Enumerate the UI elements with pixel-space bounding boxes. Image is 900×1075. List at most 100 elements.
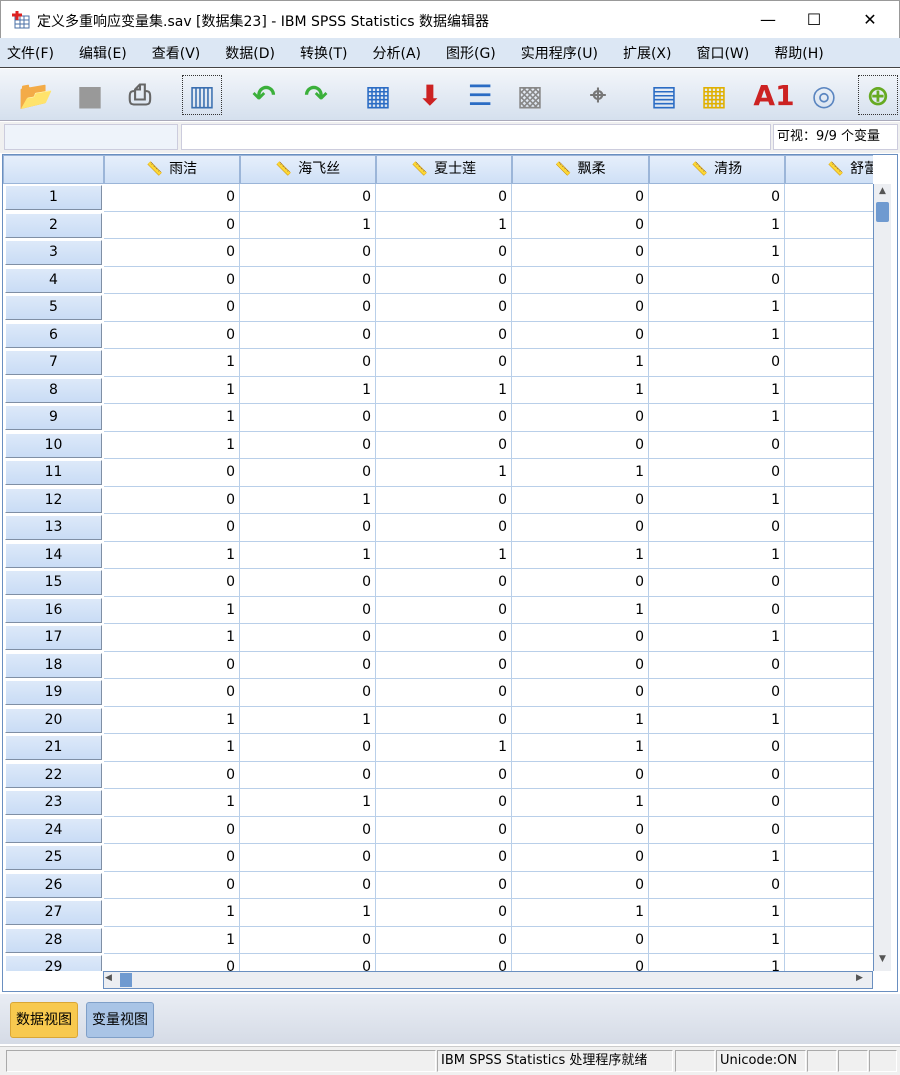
column-header[interactable]: 📏 海飞丝 <box>240 155 376 184</box>
data-cell[interactable] <box>785 624 873 652</box>
data-cell[interactable] <box>785 899 873 927</box>
data-cell[interactable]: 0 <box>240 624 376 652</box>
data-cell[interactable]: 0 <box>240 734 376 762</box>
toolbar-button[interactable]: ⬇ <box>410 75 450 115</box>
tab-data-view[interactable]: 数据视图 <box>10 1002 78 1038</box>
data-cell[interactable]: 0 <box>649 266 785 294</box>
data-cell[interactable]: 1 <box>649 541 785 569</box>
data-cell[interactable]: 0 <box>376 954 512 971</box>
row-header[interactable]: 16 <box>5 597 102 623</box>
data-cell[interactable]: 0 <box>376 184 512 212</box>
data-cell[interactable]: 1 <box>512 789 649 817</box>
data-cell[interactable]: 0 <box>104 514 240 542</box>
data-cell[interactable]: 1 <box>104 541 240 569</box>
data-cell[interactable]: 1 <box>240 376 376 404</box>
menu-item[interactable]: 文件(F) <box>0 43 63 63</box>
data-cell[interactable]: 0 <box>376 321 512 349</box>
data-cell[interactable]: 0 <box>104 844 240 872</box>
toolbar-button[interactable]: ▤ <box>644 75 684 115</box>
data-cell[interactable] <box>785 239 873 267</box>
data-cell[interactable]: 0 <box>512 239 649 267</box>
data-cell[interactable]: 1 <box>104 706 240 734</box>
data-cell[interactable]: 0 <box>104 459 240 487</box>
data-cell[interactable]: 1 <box>649 239 785 267</box>
row-header[interactable]: 29 <box>5 955 102 971</box>
data-cell[interactable]: 1 <box>376 541 512 569</box>
data-cell[interactable]: 1 <box>649 899 785 927</box>
tab-variable-view[interactable]: 变量视图 <box>86 1002 154 1038</box>
data-cell[interactable]: 0 <box>376 569 512 597</box>
data-cell[interactable]: 0 <box>376 514 512 542</box>
data-cell[interactable]: 0 <box>649 349 785 377</box>
data-cell[interactable]: 1 <box>104 404 240 432</box>
data-cell[interactable]: 0 <box>376 679 512 707</box>
data-cell[interactable] <box>785 459 873 487</box>
data-cell[interactable]: 0 <box>240 239 376 267</box>
data-cell[interactable]: 0 <box>376 404 512 432</box>
row-header[interactable]: 20 <box>5 707 102 733</box>
data-cell[interactable]: 0 <box>512 266 649 294</box>
data-cell[interactable]: 0 <box>376 816 512 844</box>
data-cell[interactable]: 1 <box>512 734 649 762</box>
row-header[interactable]: 18 <box>5 652 102 678</box>
row-header[interactable]: 24 <box>5 817 102 843</box>
data-cell[interactable]: 0 <box>240 761 376 789</box>
data-cell[interactable]: 0 <box>376 349 512 377</box>
data-cell[interactable]: 0 <box>240 514 376 542</box>
column-header[interactable]: 📏 飘柔 <box>512 155 649 184</box>
data-cell[interactable]: 0 <box>649 596 785 624</box>
data-cell[interactable]: 0 <box>240 926 376 954</box>
data-cell[interactable]: 0 <box>512 184 649 212</box>
row-header[interactable]: 1 <box>5 185 102 210</box>
menu-item[interactable]: 帮助(H) <box>767 43 832 63</box>
cell-value-input[interactable] <box>181 124 771 150</box>
data-cell[interactable]: 0 <box>104 954 240 971</box>
data-cell[interactable]: 0 <box>512 431 649 459</box>
data-cell[interactable]: 0 <box>376 789 512 817</box>
data-cell[interactable]: 1 <box>512 349 649 377</box>
row-header[interactable]: 6 <box>5 322 102 348</box>
data-cell[interactable]: 0 <box>512 294 649 322</box>
data-cell[interactable]: 0 <box>240 184 376 212</box>
row-header[interactable]: 12 <box>5 487 102 513</box>
menu-item[interactable]: 查看(V) <box>145 43 210 63</box>
data-cell[interactable]: 0 <box>512 321 649 349</box>
toolbar-button[interactable]: ↷ <box>296 75 336 115</box>
data-cell[interactable] <box>785 844 873 872</box>
data-cell[interactable]: 1 <box>512 899 649 927</box>
row-header[interactable]: 17 <box>5 625 102 650</box>
row-header[interactable]: 11 <box>5 460 102 485</box>
data-cell[interactable]: 0 <box>240 569 376 597</box>
data-cell[interactable]: 0 <box>649 459 785 487</box>
data-cell[interactable] <box>785 597 873 624</box>
data-cell[interactable]: 1 <box>240 211 376 239</box>
data-cell[interactable]: 1 <box>376 734 512 762</box>
data-cell[interactable]: 1 <box>649 404 785 432</box>
data-cell[interactable]: 0 <box>512 486 649 514</box>
scroll-left-arrow-icon[interactable]: ◀ <box>105 973 119 987</box>
menu-item[interactable]: 分析(A) <box>365 43 430 63</box>
row-header[interactable]: 15 <box>5 570 102 595</box>
data-cell[interactable]: 0 <box>104 651 240 679</box>
data-cell[interactable]: 1 <box>649 624 785 652</box>
minimize-button[interactable]: — <box>745 5 791 35</box>
data-cell[interactable] <box>785 954 873 971</box>
data-cell[interactable] <box>785 927 873 954</box>
data-cell[interactable]: 0 <box>240 816 376 844</box>
data-cell[interactable]: 0 <box>512 569 649 597</box>
data-cell[interactable]: 0 <box>240 651 376 679</box>
data-cell[interactable]: 1 <box>240 789 376 817</box>
data-cell[interactable]: 1 <box>240 486 376 514</box>
data-cell[interactable]: 0 <box>240 954 376 971</box>
data-cell[interactable]: 0 <box>240 266 376 294</box>
data-cell[interactable]: 0 <box>512 404 649 432</box>
data-cell[interactable] <box>785 267 873 294</box>
row-header[interactable]: 14 <box>5 542 102 568</box>
data-cell[interactable]: 0 <box>376 844 512 872</box>
data-cell[interactable]: 0 <box>240 294 376 322</box>
data-cell[interactable]: 1 <box>649 294 785 322</box>
data-cell[interactable]: 0 <box>512 844 649 872</box>
toolbar-button[interactable]: ◎ <box>804 75 844 115</box>
data-cell[interactable]: 0 <box>649 761 785 789</box>
data-cell[interactable]: 0 <box>649 789 785 817</box>
